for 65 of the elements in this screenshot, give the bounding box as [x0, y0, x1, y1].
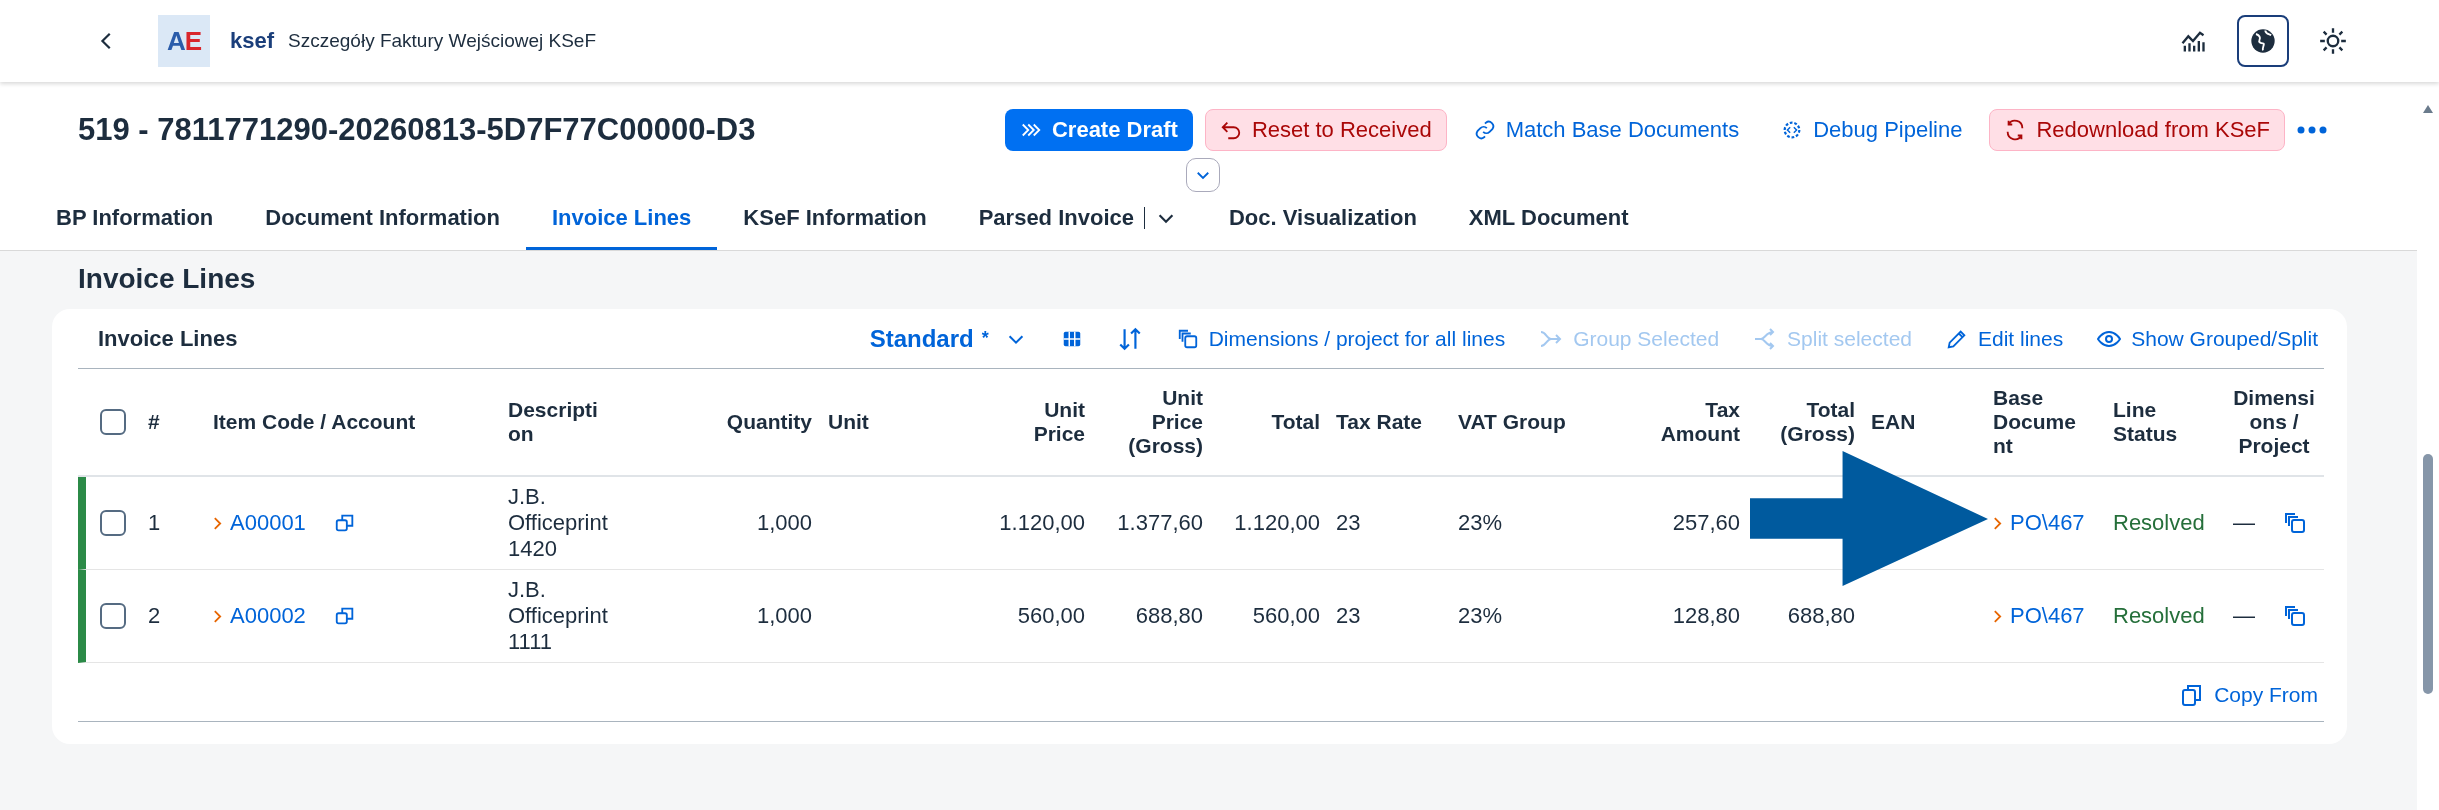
table-cell: 1,000	[756, 510, 812, 536]
column-header: Quantity	[726, 410, 812, 434]
table-cell: 1.120,00	[999, 510, 1085, 536]
column-header: #	[148, 410, 160, 434]
table-cell: 688,80	[1787, 603, 1855, 629]
table-cell: 257,60	[1672, 510, 1740, 536]
section-tab[interactable]: Invoice Lines	[525, 188, 718, 250]
table-cell: 128,80	[1672, 603, 1740, 629]
column-header: Total	[1271, 410, 1320, 434]
table-cell: 560,00	[1017, 603, 1085, 629]
toolbar-button[interactable]: Redownload from KSeF	[1989, 109, 2285, 151]
table-cell: 23	[1336, 603, 1361, 629]
toolbar-button[interactable]: Reset to Received	[1204, 109, 1447, 151]
section-tab[interactable]: Doc. Visualization	[1203, 188, 1443, 250]
column-header: Unit Price	[1032, 398, 1085, 446]
table-cell: 1.120,00	[1234, 510, 1320, 536]
section-tab[interactable]: Parsed Invoice	[952, 188, 1203, 250]
app-title: Szczegóły Faktury Wejściowej KSeF	[288, 30, 597, 52]
item-code-link[interactable]: A00002	[230, 603, 306, 629]
status-text: Resolved	[2113, 603, 2205, 629]
table-cell-text: J.B. Officeprint 1420	[508, 484, 609, 562]
table-cell: 2	[148, 603, 161, 629]
table-cell-text: J.B. Officeprint 1111	[508, 577, 609, 655]
base-document-link[interactable]: PO\467	[2010, 603, 2085, 629]
column-header: Tax Amount	[1659, 398, 1740, 446]
toolbar-button[interactable]: Show Grouped/Split	[2097, 326, 2318, 351]
section-title: Invoice Lines	[77, 262, 257, 296]
column-header: EAN	[1871, 410, 1916, 434]
column-header: Dimensions / Project	[2233, 386, 2315, 458]
column-header: Unit Price (Gross)	[1127, 386, 1203, 458]
section-tab[interactable]: KSeF Information	[717, 188, 953, 250]
table-cell: 23%	[1458, 510, 1503, 536]
app-name: ksef	[230, 28, 275, 54]
toolbar-button[interactable]: Edit lines	[1946, 326, 2064, 351]
column-header: Unit	[828, 410, 869, 434]
company-logo: AE	[158, 15, 210, 67]
base-document-link[interactable]: PO\467	[2010, 510, 2085, 536]
table-cell: 688,80	[1135, 603, 1203, 629]
table-cell: 1,000	[756, 603, 812, 629]
toolbar-link[interactable]: Debug Pipeline	[1766, 109, 1978, 151]
copy-from-button[interactable]: Copy From	[2180, 683, 2318, 707]
column-header: Line Status	[2113, 398, 2179, 446]
section-tab[interactable]: Document Information	[239, 188, 526, 250]
table-cell: 23	[1336, 510, 1361, 536]
object-title: 519 - 7811771290-20260813-5D7F77C00000-D3	[78, 112, 757, 148]
section-tab[interactable]: XML Document	[1442, 188, 1655, 250]
table-cell: 1.377,60	[1117, 510, 1203, 536]
column-header: Total (Gross)	[1779, 398, 1855, 446]
column-header: Description	[508, 398, 599, 446]
table-cell: —	[2233, 510, 2255, 536]
table-title: Invoice Lines	[98, 325, 238, 352]
table-cell: 23%	[1458, 603, 1503, 629]
item-code-link[interactable]: A00001	[230, 510, 306, 536]
table-cell: 560,00	[1252, 603, 1320, 629]
table-cell: 1	[148, 510, 161, 536]
toolbar-button[interactable]: Dimensions / project for all lines	[1176, 326, 1506, 351]
column-header: Item Code / Account	[213, 410, 416, 434]
toolbar-link[interactable]: Match Base Documents	[1458, 109, 1755, 151]
section-tab[interactable]: BP Information	[56, 188, 240, 250]
column-header: Base Document	[1993, 386, 2077, 458]
column-header: Tax Rate	[1336, 410, 1422, 434]
column-header: VAT Group	[1458, 410, 1566, 434]
toolbar-button[interactable]: Create Draft	[1004, 109, 1193, 151]
status-text: Resolved	[2113, 510, 2205, 536]
table-cell: —	[2233, 603, 2255, 629]
